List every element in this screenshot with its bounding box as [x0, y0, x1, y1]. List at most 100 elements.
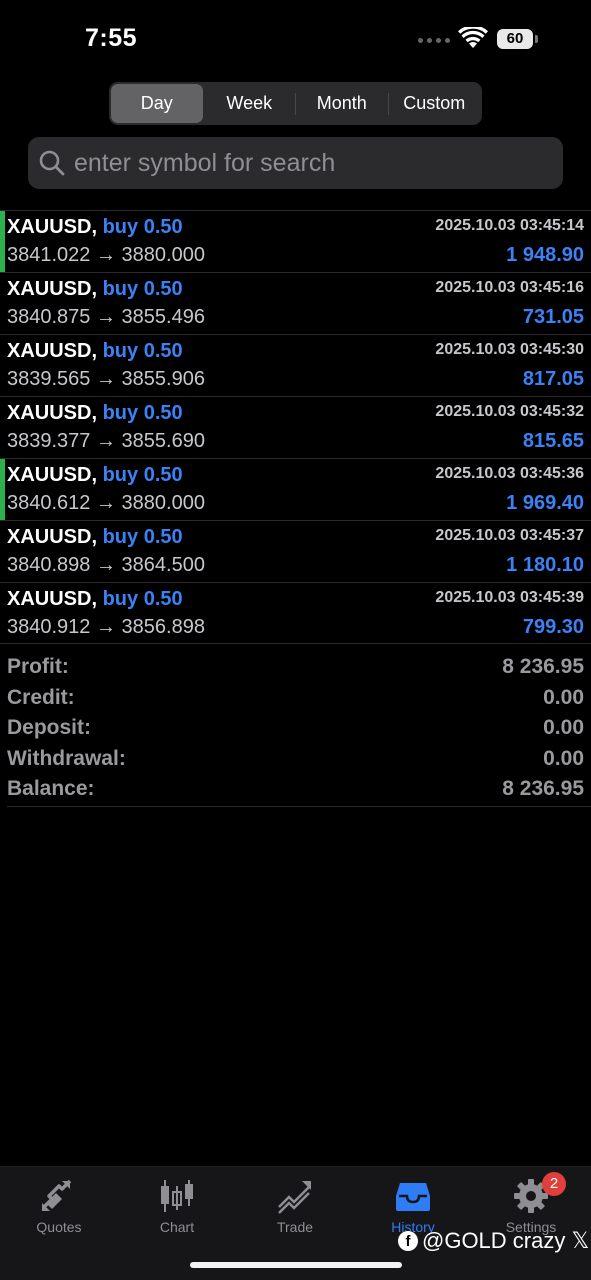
summary-label: Withdrawal: — [7, 746, 126, 770]
tab-trade[interactable]: Trade — [236, 1167, 354, 1237]
quotes-icon — [42, 1179, 72, 1211]
summary-value: 0.00 — [543, 685, 584, 709]
trade-symbol: XAUUSD, buy 0.50 — [7, 588, 183, 610]
trade-row[interactable]: XAUUSD, buy 0.50 3839.565 → 3855.906 202… — [0, 334, 591, 396]
trade-symbol: XAUUSD, buy 0.50 — [7, 216, 183, 238]
trade-history-list: XAUUSD, buy 0.50 3841.022 → 3880.000 202… — [0, 210, 591, 644]
close-price: 3880.000 — [121, 244, 205, 266]
trade-volume: 0.50 — [143, 340, 183, 362]
history-icon — [396, 1183, 430, 1211]
tab-day[interactable]: Day — [111, 84, 203, 123]
trade-row[interactable]: XAUUSD, buy 0.50 3840.875 → 3855.496 202… — [0, 272, 591, 334]
trade-volume: 0.50 — [143, 402, 183, 424]
close-price: 3856.898 — [121, 616, 205, 638]
summary-label: Deposit: — [7, 716, 91, 739]
trade-type: buy — [102, 464, 139, 486]
tab-custom[interactable]: Custom — [389, 84, 481, 123]
period-segmented-control: Day Week Month Custom — [109, 82, 482, 125]
trade-profit: 731.05 — [522, 306, 584, 328]
summary-value: 0.00 — [543, 716, 584, 739]
summary-label: Credit: — [7, 685, 75, 709]
summary-profit-row: Profit: 8 236.95 — [0, 651, 591, 682]
tab-label: Quotes — [36, 1219, 82, 1235]
trade-row[interactable]: XAUUSD, buy 0.50 3840.898 → 3864.500 202… — [0, 520, 591, 582]
tab-quotes[interactable]: Quotes — [0, 1167, 118, 1237]
wifi-icon — [458, 27, 488, 48]
tab-week[interactable]: Week — [204, 84, 296, 123]
row-marker — [0, 335, 5, 396]
trade-prices: 3840.612 → 3880.000 — [7, 492, 205, 514]
trade-symbol: XAUUSD, buy 0.50 — [7, 340, 183, 362]
row-marker — [0, 397, 5, 458]
row-marker — [0, 273, 5, 334]
summary-deposit-row: Deposit: 0.00 — [0, 712, 591, 743]
open-price: 3841.022 — [7, 244, 91, 266]
summary-label: Profit: — [7, 655, 69, 678]
open-price: 3840.912 — [7, 616, 91, 638]
trade-profit: 799.30 — [522, 616, 584, 638]
trade-time: 2025.10.03 03:45:16 — [435, 279, 584, 296]
summary-divider — [7, 806, 591, 807]
trade-profit: 1 180.10 — [506, 554, 584, 576]
facebook-icon: f — [398, 1231, 418, 1251]
summary-value: 0.00 — [543, 746, 584, 770]
watermark-text: @GOLD crazy 𝕏 — [422, 1228, 590, 1253]
trade-row[interactable]: XAUUSD, buy 0.50 3840.912 → 3856.898 202… — [0, 582, 591, 644]
trade-time: 2025.10.03 03:45:39 — [435, 589, 584, 606]
summary-withdrawal-row: Withdrawal: 0.00 — [0, 743, 591, 774]
account-summary: Profit: 8 236.95 Credit: 0.00 Deposit: 0… — [0, 643, 591, 804]
search-icon — [39, 150, 65, 176]
trade-prices: 3840.875 → 3855.496 — [7, 306, 205, 328]
trade-row[interactable]: XAUUSD, buy 0.50 3839.377 → 3855.690 202… — [0, 396, 591, 458]
trade-time: 2025.10.03 03:45:32 — [435, 403, 584, 420]
tab-chart[interactable]: Chart — [118, 1167, 236, 1237]
open-price: 3840.898 — [7, 554, 91, 576]
search-box[interactable] — [28, 137, 563, 189]
row-marker — [0, 521, 5, 582]
trade-type: buy — [102, 526, 139, 548]
trade-profit: 1 969.40 — [506, 492, 584, 514]
battery-tip — [535, 35, 538, 43]
search-input[interactable] — [74, 137, 554, 189]
open-price: 3839.377 — [7, 430, 91, 452]
status-time: 7:55 — [85, 24, 138, 52]
tab-month[interactable]: Month — [296, 84, 388, 123]
chart-icon — [161, 1180, 193, 1212]
summary-value: 8 236.95 — [502, 655, 584, 678]
tab-label: Trade — [276, 1219, 314, 1235]
trade-prices: 3840.912 → 3856.898 — [7, 616, 205, 638]
trade-volume: 0.50 — [143, 464, 183, 486]
trade-volume: 0.50 — [143, 526, 183, 548]
close-price: 3855.906 — [121, 368, 205, 390]
summary-credit-row: Credit: 0.00 — [0, 682, 591, 713]
trade-type: buy — [102, 402, 139, 424]
trade-time: 2025.10.03 03:45:14 — [435, 217, 584, 234]
status-bar: 7:55 60 — [0, 0, 591, 80]
take-profit-marker — [0, 459, 5, 520]
trade-symbol: XAUUSD, buy 0.50 — [7, 526, 183, 548]
tab-settings[interactable]: Settings 2 — [472, 1167, 590, 1237]
trade-prices: 3839.565 → 3855.906 — [7, 368, 205, 390]
trade-volume: 0.50 — [143, 278, 183, 300]
trade-volume: 0.50 — [143, 588, 183, 610]
trade-time: 2025.10.03 03:45:30 — [435, 341, 584, 358]
trade-type: buy — [102, 340, 139, 362]
close-price: 3855.690 — [121, 430, 205, 452]
trade-symbol: XAUUSD, buy 0.50 — [7, 464, 183, 486]
notification-badge: 2 — [542, 1172, 566, 1196]
watermark: f @GOLD crazy 𝕏 — [398, 1228, 589, 1254]
trade-prices: 3840.898 → 3864.500 — [7, 554, 205, 576]
trade-row[interactable]: XAUUSD, buy 0.50 3840.612 → 3880.000 202… — [0, 458, 591, 520]
trade-volume: 0.50 — [143, 216, 183, 238]
cellular-signal-icon — [418, 38, 450, 43]
trade-icon — [278, 1181, 311, 1214]
trade-row[interactable]: XAUUSD, buy 0.50 3841.022 → 3880.000 202… — [0, 210, 591, 272]
trade-symbol: XAUUSD, buy 0.50 — [7, 402, 183, 424]
open-price: 3839.565 — [7, 368, 91, 390]
home-indicator — [190, 1262, 402, 1268]
trade-time: 2025.10.03 03:45:36 — [435, 465, 584, 482]
tab-history[interactable]: History — [354, 1167, 472, 1237]
row-marker — [0, 583, 5, 644]
battery-indicator: 60 — [497, 29, 533, 49]
close-price: 3855.496 — [121, 306, 205, 328]
